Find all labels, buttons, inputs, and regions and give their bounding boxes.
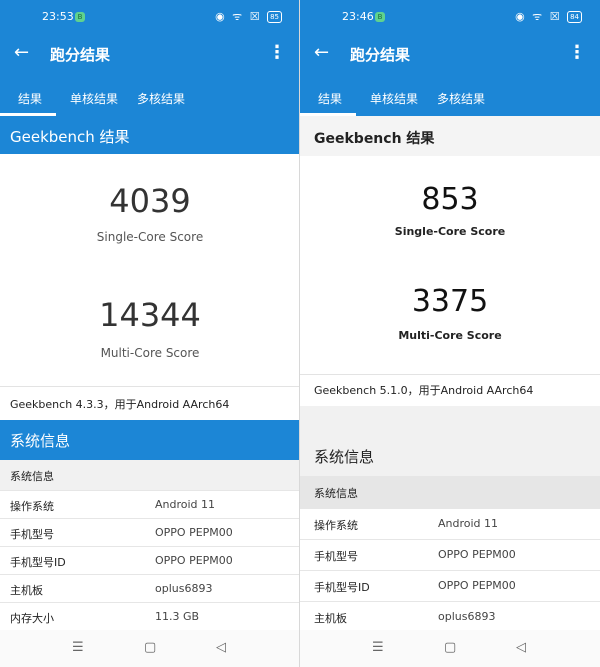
status-icons: ◉ ᯤ ☒ 85 <box>215 9 282 24</box>
page-title: 跑分结果 <box>350 46 411 64</box>
status-time: 23:53 <box>42 10 74 23</box>
single-core-label: Single-Core Score <box>96 230 204 244</box>
status-bar: 23:53 B ◉ ᯤ ☒ 85 <box>0 0 300 36</box>
row-value: oplus6893 <box>438 610 496 623</box>
table-row: 手机型号 OPPO PEPM00 <box>0 518 300 546</box>
table-row: 操作系统 Android 11 <box>300 508 600 539</box>
row-value: OPPO PEPM00 <box>438 579 516 592</box>
back-arrow-icon[interactable]: ← <box>14 42 29 63</box>
row-key: 操作系统 <box>314 519 358 532</box>
more-options-icon[interactable]: ⋮ <box>268 42 286 63</box>
divider <box>0 386 300 387</box>
home-icon[interactable]: ▢ <box>444 640 456 655</box>
row-value: 11.3 GB <box>155 610 200 623</box>
tab-multi-core[interactable]: 多核结果 <box>437 90 485 107</box>
home-icon[interactable]: ▢ <box>144 640 156 655</box>
sysinfo-section-label: 系统信息 <box>314 487 358 500</box>
page-title: 跑分结果 <box>50 46 111 64</box>
table-row: 手机型号 OPPO PEPM00 <box>300 539 600 570</box>
app-bar: ← 跑分结果 ⋮ <box>300 36 600 72</box>
multi-core-score: 14344 Multi-Core Score <box>0 296 300 360</box>
sysinfo-header-text: 系统信息 <box>10 432 71 450</box>
notification-icon: B <box>75 12 85 22</box>
left-screenshot: 23:53 B ◉ ᯤ ☒ 85 ← 跑分结果 ⋮ 结果 单核结果 多核结果 G… <box>0 0 300 667</box>
row-value: oplus6893 <box>155 582 213 595</box>
menu-icon[interactable]: ☰ <box>72 640 84 655</box>
sysinfo-section: 系统信息 <box>0 460 300 490</box>
multi-core-value: 14344 <box>99 296 201 334</box>
table-row: 主机板 oplus6893 <box>300 601 600 632</box>
back-icon[interactable]: ◁ <box>216 640 226 655</box>
row-key: 主机板 <box>10 584 43 597</box>
sysinfo-section: 系统信息 <box>300 476 600 508</box>
sysinfo-header: 系统信息 <box>300 406 600 476</box>
tab-single-core[interactable]: 单核结果 <box>370 90 418 107</box>
notification-icon: B <box>375 12 385 22</box>
row-key: 操作系统 <box>10 500 54 513</box>
battery-icon: 85 <box>267 11 282 23</box>
table-row: 手机型号ID OPPO PEPM00 <box>300 570 600 601</box>
menu-icon[interactable]: ☰ <box>372 640 384 655</box>
tab-bar: 结果 单核结果 多核结果 <box>0 72 300 116</box>
wifi-icon: ◉ ᯤ ☒ <box>515 10 562 23</box>
wifi-icon: ◉ ᯤ ☒ <box>215 10 262 23</box>
geekbench-header: Geekbench 结果 <box>300 116 600 156</box>
row-key: 手机型号ID <box>314 581 370 594</box>
back-arrow-icon[interactable]: ← <box>314 42 329 63</box>
tab-results[interactable]: 结果 <box>318 90 342 107</box>
sysinfo-header: 系统信息 <box>0 420 300 460</box>
multi-core-label: Multi-Core Score <box>398 329 502 342</box>
table-row: 主机板 oplus6893 <box>0 574 300 602</box>
tab-multi-core[interactable]: 多核结果 <box>137 90 185 107</box>
sysinfo-section-label: 系统信息 <box>10 470 54 483</box>
app-bar: ← 跑分结果 ⋮ <box>0 36 300 72</box>
status-time: 23:46 <box>342 10 374 23</box>
geekbench-header-text: Geekbench 结果 <box>314 131 435 147</box>
tab-single-core[interactable]: 单核结果 <box>70 90 118 107</box>
geekbench-header: Geekbench 结果 <box>0 116 300 154</box>
right-screenshot: 23:46 B ◉ ᯤ ☒ 84 ← 跑分结果 ⋮ 结果 单核结果 多核结果 G… <box>300 0 600 667</box>
row-key: 手机型号 <box>10 528 54 541</box>
tab-results[interactable]: 结果 <box>18 90 42 107</box>
row-key: 主机板 <box>314 612 347 625</box>
system-nav-bar: ☰ ▢ ◁ <box>300 630 600 667</box>
single-core-value: 4039 <box>109 182 191 220</box>
row-value: OPPO PEPM00 <box>438 548 516 561</box>
more-options-icon[interactable]: ⋮ <box>568 42 586 63</box>
single-core-score: 853 Single-Core Score <box>300 182 600 238</box>
system-nav-bar: ☰ ▢ ◁ <box>0 630 300 667</box>
row-value: Android 11 <box>438 517 499 530</box>
version-text: Geekbench 4.3.3，用于Android AArch64 <box>10 398 230 411</box>
table-row: 内存大小 11.3 GB <box>0 602 300 630</box>
single-core-label: Single-Core Score <box>394 225 506 238</box>
row-key: 手机型号 <box>314 550 358 563</box>
divider <box>300 374 600 375</box>
tab-bar: 结果 单核结果 多核结果 <box>300 72 600 116</box>
table-row: 操作系统 Android 11 <box>0 490 300 518</box>
status-icons: ◉ ᯤ ☒ 84 <box>515 9 582 24</box>
back-icon[interactable]: ◁ <box>516 640 526 655</box>
table-row: 手机型号ID OPPO PEPM00 <box>0 546 300 574</box>
row-value: Android 11 <box>155 498 216 511</box>
multi-core-value: 3375 <box>411 284 489 319</box>
multi-core-label: Multi-Core Score <box>100 346 200 360</box>
row-value: OPPO PEPM00 <box>155 554 233 567</box>
battery-icon: 84 <box>567 11 582 23</box>
row-key: 手机型号ID <box>10 556 66 569</box>
sysinfo-header-text: 系统信息 <box>314 448 375 466</box>
single-core-score: 4039 Single-Core Score <box>0 182 300 244</box>
geekbench-header-text: Geekbench 结果 <box>10 128 130 146</box>
multi-core-score: 3375 Multi-Core Score <box>300 284 600 342</box>
status-bar: 23:46 B ◉ ᯤ ☒ 84 <box>300 0 600 36</box>
row-key: 内存大小 <box>10 612 54 625</box>
version-text: Geekbench 5.1.0，用于Android AArch64 <box>314 384 534 397</box>
row-value: OPPO PEPM00 <box>155 526 233 539</box>
single-core-value: 853 <box>421 182 479 217</box>
